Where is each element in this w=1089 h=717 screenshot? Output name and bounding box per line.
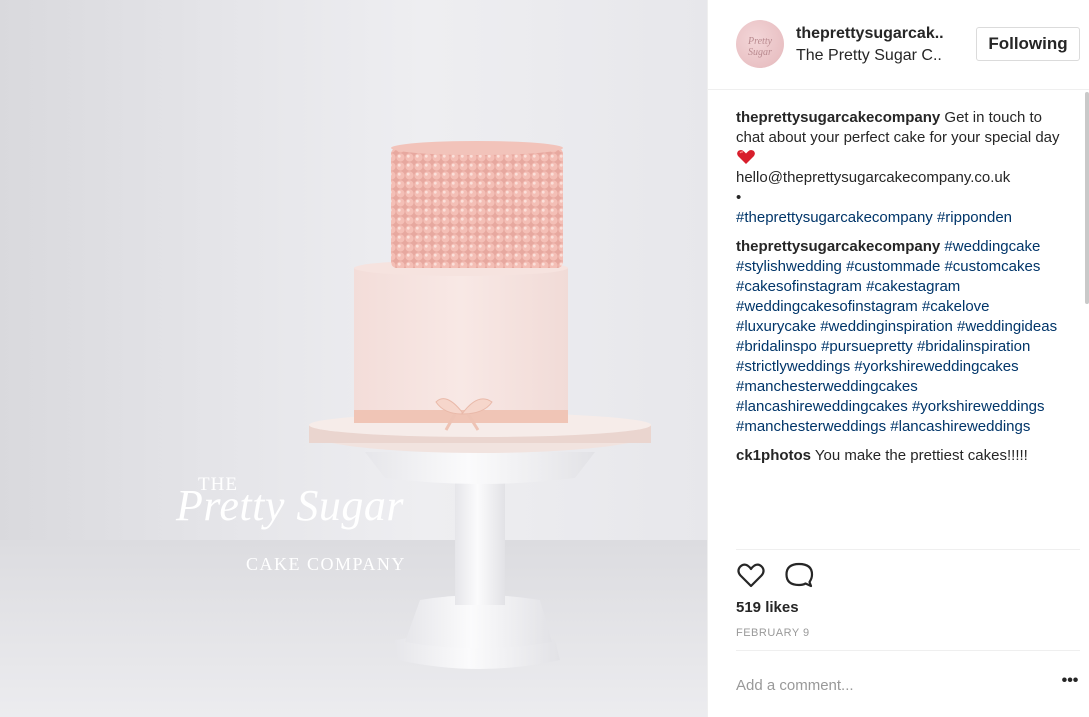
hashtag-link[interactable]: #cakesofinstagram (736, 278, 862, 295)
watermark-line3: CAKE COMPANY (246, 554, 406, 574)
comment-item: theprettysugarcakecompany Get in touch t… (736, 108, 1066, 228)
bottom-tier (354, 268, 568, 423)
hashtag-link[interactable]: #weddinginspiration (820, 318, 953, 335)
comment-item: ck1photos You make the prettiest cakes!!… (736, 446, 1066, 466)
post-date[interactable]: FEBRUARY 9 (736, 627, 810, 639)
hashtag-link[interactable]: #weddingcake (944, 238, 1040, 255)
pearl-tier-top (391, 141, 563, 155)
comments-list: theprettysugarcakecompany Get in touch t… (736, 108, 1066, 548)
post-side-panel: Pretty Sugar theprettysugarcak.. The Pre… (707, 0, 1089, 717)
hashtag-link[interactable]: #ripponden (937, 209, 1012, 226)
heart-emoji-icon (737, 149, 755, 164)
likes-suffix: likes (761, 599, 799, 616)
following-button[interactable]: Following (976, 27, 1080, 61)
header-username[interactable]: theprettysugarcak.. (796, 25, 944, 43)
hashtag-link[interactable]: #customcakes (944, 258, 1040, 275)
watermark-line2: Pretty Sugar (176, 481, 404, 530)
hashtag-link[interactable]: #weddingideas (957, 318, 1057, 335)
cake-illustration (0, 141, 707, 717)
post-photo[interactable]: THE Pretty Sugar CAKE COMPANY (0, 0, 707, 717)
hashtag-link[interactable]: #bridalinspo (736, 338, 817, 355)
avatar-text: Pretty Sugar (747, 36, 773, 58)
comment-item: theprettysugarcakecompany #weddingcake #… (736, 237, 1066, 437)
divider (736, 549, 1080, 550)
comment-bubble-icon[interactable] (784, 560, 814, 590)
stand-column (455, 470, 505, 605)
comments-scrollbar[interactable] (1085, 92, 1089, 304)
comment-email: hello@theprettysugarcakecompany.co.uk (736, 169, 1011, 186)
more-options-button[interactable]: ••• (1060, 673, 1080, 694)
post-header: Pretty Sugar theprettysugarcak.. The Pre… (708, 0, 1089, 90)
hashtag-link[interactable]: #stylishwedding (736, 258, 842, 275)
hashtag-link[interactable]: #theprettysugarcakecompany (736, 209, 933, 226)
hashtag-link[interactable]: #strictlyweddings (736, 358, 850, 375)
comment-bullet: • (736, 189, 742, 206)
hashtag-link[interactable]: #manchesterweddingcakes (736, 378, 918, 395)
hashtag-link[interactable]: #yorkshireweddings (912, 398, 1045, 415)
hashtag-link[interactable]: #lancashireweddingcakes (736, 398, 908, 415)
hashtag-link[interactable]: #yorkshireweddingcakes (854, 358, 1018, 375)
header-full-name: The Pretty Sugar C.. (796, 47, 942, 64)
heart-icon[interactable] (736, 560, 766, 590)
comment-text: You make the prettiest cakes!!!!! (814, 447, 1028, 464)
pearl-tier (391, 148, 563, 268)
hashtag-link[interactable]: #cakestagram (866, 278, 960, 295)
likes-count[interactable]: 519 likes (736, 599, 799, 616)
likes-number: 519 (736, 599, 762, 616)
add-comment-input[interactable] (736, 672, 1036, 698)
hashtag-link[interactable]: #bridalinspiration (917, 338, 1030, 355)
comment-username[interactable]: theprettysugarcakecompany (736, 238, 940, 255)
avatar[interactable]: Pretty Sugar (736, 20, 784, 68)
divider (736, 650, 1080, 651)
hashtag-link[interactable]: #lancashireweddings (890, 418, 1030, 435)
hashtag-link[interactable]: #pursuepretty (821, 338, 913, 355)
comment-username[interactable]: ck1photos (736, 447, 811, 464)
hashtag-link[interactable]: #luxurycake (736, 318, 816, 335)
hashtag-link[interactable]: #manchesterweddings (736, 418, 886, 435)
hashtag-link[interactable]: #weddingcakesofinstagram (736, 298, 918, 315)
hashtag-link[interactable]: #custommade (846, 258, 940, 275)
comment-username[interactable]: theprettysugarcakecompany (736, 109, 940, 126)
hashtag-link[interactable]: #cakelove (922, 298, 990, 315)
